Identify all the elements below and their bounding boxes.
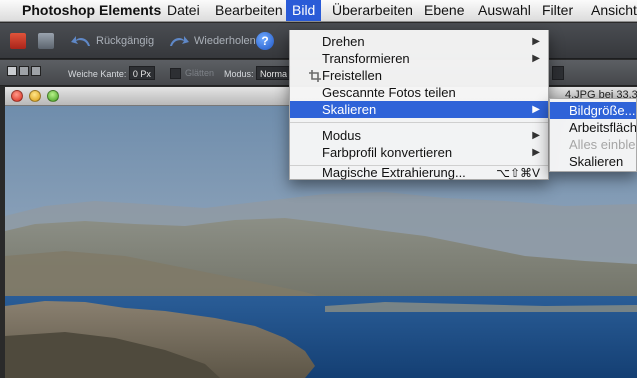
menu-item-label: Gescannte Fotos teilen — [322, 85, 456, 100]
organizer-button[interactable] — [10, 31, 26, 51]
menu-item-label: Magische Extrahierung... — [322, 165, 466, 180]
menu-datei[interactable]: Datei — [161, 0, 206, 21]
submenu-item-arbeitsflaeche[interactable]: Arbeitsfläche — [550, 119, 636, 136]
add-selection-icon[interactable] — [19, 66, 29, 76]
menu-ansicht[interactable]: Ansicht — [585, 0, 637, 21]
feather-input[interactable]: 0 Px — [128, 66, 155, 80]
crop-icon — [309, 70, 321, 82]
skalieren-submenu: Bildgröße... Arbeitsfläche Alles einble … — [549, 98, 637, 172]
menu-bar: Photoshop Elements Datei Bearbeiten Bild… — [0, 0, 637, 22]
submenu-arrow-icon: ▶ — [532, 104, 540, 115]
save-button[interactable] — [38, 31, 54, 51]
help-button[interactable]: ? — [256, 31, 274, 51]
options-field[interactable] — [552, 66, 564, 80]
submenu-arrow-icon: ▶ — [532, 53, 540, 64]
menu-item-magische-extrahierung[interactable]: Magische Extrahierung... ⌥⇧⌘V — [290, 165, 548, 181]
menu-item-gescannte-fotos-teilen[interactable]: Gescannte Fotos teilen — [290, 84, 548, 101]
menu-separator — [290, 122, 548, 123]
submenu-arrow-icon: ▶ — [532, 130, 540, 141]
menu-item-freistellen[interactable]: Freistellen — [290, 67, 548, 84]
undo-icon — [71, 36, 90, 46]
antialias-label: Glätten — [185, 68, 215, 78]
submenu-item-skalieren[interactable]: Skalieren — [550, 153, 636, 170]
feather-label: Weiche Kante: — [68, 69, 127, 79]
antialias-control[interactable]: Glätten — [170, 66, 214, 80]
redo-button[interactable]: Wiederholen — [168, 31, 256, 51]
submenu-arrow-icon: ▶ — [532, 36, 540, 47]
menu-bild[interactable]: Bild — [286, 0, 322, 21]
redo-icon — [170, 36, 189, 46]
menu-ueberarbeiten[interactable]: Überarbeiten — [326, 0, 419, 21]
bild-menu: Drehen ▶ Transformieren ▶ Freistellen Ge… — [289, 30, 549, 180]
intersect-selection-icon[interactable] — [31, 66, 41, 76]
menu-auswahl[interactable]: Auswahl — [472, 0, 537, 21]
menu-item-shortcut: ⌥⇧⌘V — [496, 166, 540, 180]
menu-item-skalieren[interactable]: Skalieren ▶ — [290, 101, 548, 118]
menu-item-drehen[interactable]: Drehen ▶ — [290, 33, 548, 50]
close-window-icon[interactable] — [11, 90, 23, 102]
submenu-item-bildgroesse[interactable]: Bildgröße... — [550, 102, 636, 119]
menu-item-label: Skalieren — [322, 102, 377, 117]
submenu-item-alles-einblenden: Alles einble — [569, 137, 636, 152]
menu-item-label: Farbprofil konvertieren — [322, 145, 453, 160]
save-icon — [38, 33, 54, 49]
menu-item-label: Modus — [322, 128, 362, 143]
undo-label: Rückgängig — [96, 35, 155, 47]
menu-item-farbprofil-konvertieren[interactable]: Farbprofil konvertieren ▶ — [290, 144, 548, 161]
feather-control: Weiche Kante: 0 Px — [68, 66, 155, 80]
mode-label: Modus: — [224, 69, 254, 79]
mode-control: Modus: Norma — [224, 66, 292, 80]
minimize-window-icon[interactable] — [29, 90, 41, 102]
selection-mode-icons[interactable] — [7, 66, 41, 80]
menu-filter[interactable]: Filter — [536, 0, 579, 21]
redo-label: Wiederholen — [194, 35, 256, 47]
menu-item-label: Transformieren — [322, 51, 410, 66]
menu-item-transformieren[interactable]: Transformieren ▶ — [290, 50, 548, 67]
help-icon: ? — [256, 32, 274, 50]
zoom-window-icon[interactable] — [47, 90, 59, 102]
submenu-arrow-icon: ▶ — [532, 147, 540, 158]
mode-select[interactable]: Norma — [256, 66, 292, 80]
menu-app-name[interactable]: Photoshop Elements — [16, 0, 167, 21]
menu-ebene[interactable]: Ebene — [418, 0, 470, 21]
organizer-icon — [10, 33, 26, 49]
menu-item-label: Freistellen — [322, 68, 382, 83]
new-selection-icon[interactable] — [7, 66, 17, 76]
menu-item-label: Drehen — [322, 34, 365, 49]
menu-item-modus[interactable]: Modus ▶ — [290, 127, 548, 144]
menu-bearbeiten[interactable]: Bearbeiten — [209, 0, 289, 21]
antialias-checkbox[interactable] — [170, 68, 181, 80]
undo-button[interactable]: Rückgängig — [70, 31, 154, 51]
